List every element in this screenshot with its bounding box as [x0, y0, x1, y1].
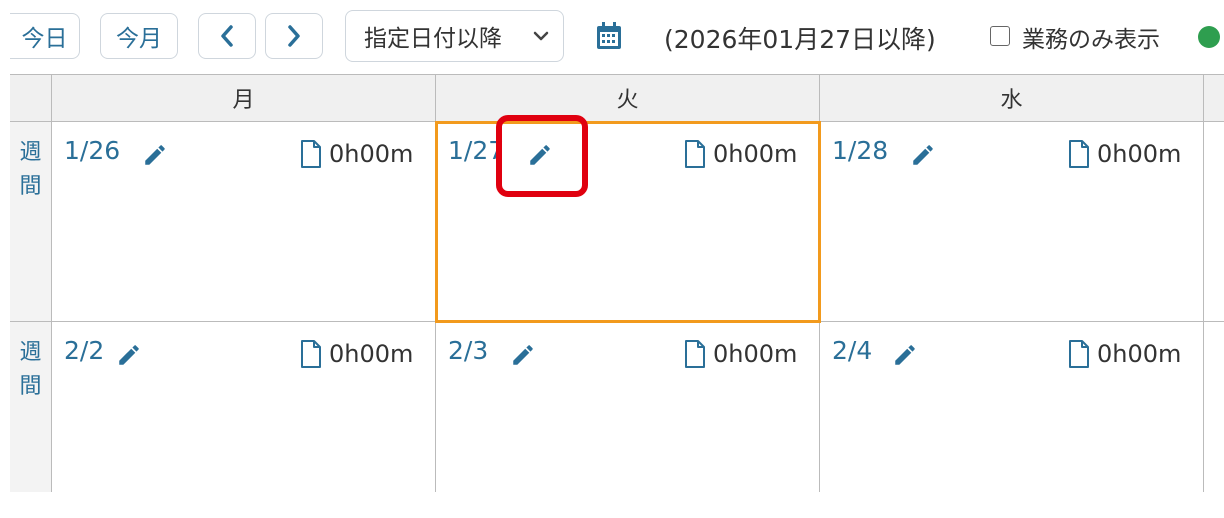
header-tuesday: 火 [436, 74, 820, 122]
hours-total: 0h00m [1097, 140, 1182, 168]
business-only-checkbox[interactable] [990, 26, 1010, 46]
chevron-down-icon [533, 31, 549, 41]
corner-header [10, 74, 52, 122]
date-range-select-value: 指定日付以降 [364, 26, 502, 52]
day-date-link[interactable]: 2/3 [448, 336, 488, 365]
hours-total: 0h00m [713, 340, 798, 368]
day-cell[interactable]: 2/4 0h00m [820, 322, 1204, 492]
header-overflow [1204, 74, 1224, 122]
highlight-box [496, 115, 588, 197]
hours-total: 0h00m [329, 340, 414, 368]
chevron-right-icon [288, 25, 300, 47]
day-cell[interactable]: 2/3 0h00m [436, 322, 820, 492]
header-monday: 月 [52, 74, 436, 122]
document-icon [300, 140, 322, 172]
hours-total: 0h00m [329, 140, 414, 168]
date-range-select[interactable]: 指定日付以降 [345, 10, 564, 62]
prev-button[interactable] [198, 13, 256, 59]
today-button[interactable]: 今日 [10, 13, 80, 59]
business-only-label[interactable]: 業務のみ表示 [1022, 20, 1160, 54]
chevron-left-icon [221, 25, 233, 47]
document-icon [684, 340, 706, 372]
day-cell-overflow [1204, 122, 1224, 322]
next-button[interactable] [265, 13, 323, 59]
day-cell[interactable]: 1/28 0h00m [820, 122, 1204, 322]
week-label[interactable]: 週間 [10, 322, 52, 492]
pencil-icon[interactable] [116, 342, 142, 372]
day-cell[interactable]: 2/2 0h00m [52, 322, 436, 492]
day-cell-overflow [1204, 322, 1224, 492]
add-icon[interactable] [1198, 26, 1220, 48]
calendar-grid: 月 火 水 週間 1/26 0h00m 1/27 0h00m 1/28 0h00… [10, 74, 1224, 492]
calendar-icon[interactable] [596, 22, 622, 54]
pencil-icon[interactable] [510, 342, 536, 372]
pencil-icon[interactable] [892, 342, 918, 372]
date-range-text: (2026年01月27日以降) [664, 25, 936, 54]
pencil-icon[interactable] [910, 142, 936, 172]
document-icon [300, 340, 322, 372]
day-date-link[interactable]: 1/26 [64, 136, 120, 165]
selected-day-border [435, 121, 821, 323]
pencil-icon[interactable] [142, 142, 168, 172]
day-date-link[interactable]: 2/4 [832, 336, 872, 365]
week-label[interactable]: 週間 [10, 122, 52, 322]
this-month-button[interactable]: 今月 [100, 13, 178, 59]
document-icon [1068, 340, 1090, 372]
header-wednesday: 水 [820, 74, 1204, 122]
day-date-link[interactable]: 1/28 [832, 136, 888, 165]
hours-total: 0h00m [1097, 340, 1182, 368]
day-date-link[interactable]: 2/2 [64, 336, 104, 365]
day-cell[interactable]: 1/26 0h00m [52, 122, 436, 322]
document-icon [1068, 140, 1090, 172]
